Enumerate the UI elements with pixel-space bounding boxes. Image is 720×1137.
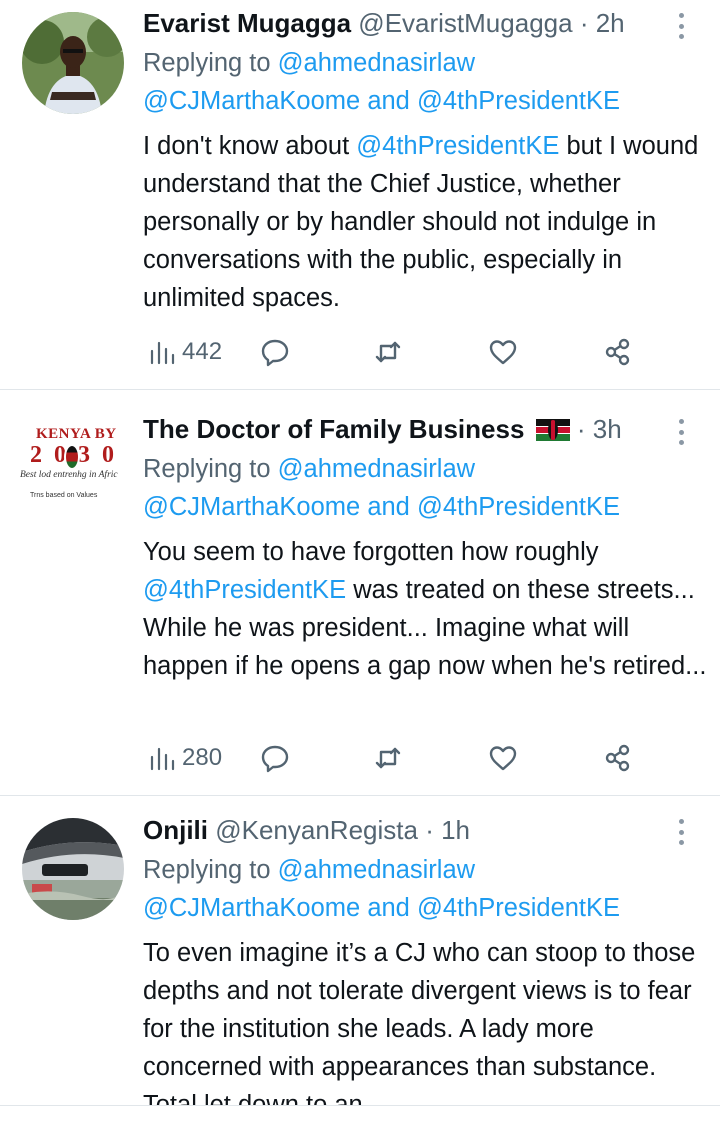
replying-to-line2: @CJMarthaKoome and @4thPresidentKE <box>143 82 620 120</box>
views-count: 442 <box>182 338 223 365</box>
timestamp[interactable]: · 2h <box>580 8 625 38</box>
retweet-button[interactable] <box>373 335 403 369</box>
views-chart-icon <box>150 747 175 771</box>
display-name[interactable]: Onjili <box>143 815 208 845</box>
avatar[interactable] <box>22 12 124 114</box>
avatar-logo-line3: Best lod entrenhg in Afric <box>20 470 118 480</box>
tweet-text: You seem to have forgotten how roughly @… <box>143 533 713 685</box>
heart-icon <box>489 746 517 771</box>
heart-icon <box>489 340 517 365</box>
reply-button[interactable] <box>260 741 290 775</box>
kenya-flag-icon <box>535 419 570 441</box>
like-button[interactable] <box>488 741 518 775</box>
replying-to: Replying to @ahmednasirlaw <box>143 851 475 889</box>
tweet[interactable]: Onjili @KenyanRegista · 1h Replying to @… <box>0 796 720 1105</box>
replying-to: Replying to @ahmednasirlaw <box>143 450 475 488</box>
like-button[interactable] <box>488 335 518 369</box>
share-button[interactable] <box>603 335 633 369</box>
tweet-text: To even imagine it’s a CJ who can stoop … <box>143 939 696 1105</box>
views-button[interactable]: 280 <box>148 741 222 775</box>
action-bar: 280 <box>148 741 648 775</box>
retweet-icon <box>375 747 401 769</box>
more-vertical-icon[interactable] <box>672 416 690 448</box>
mention-link[interactable]: @CJMarthaKoome <box>143 493 360 521</box>
replying-label: Replying to <box>143 455 271 483</box>
mention-link[interactable]: @CJMarthaKoome <box>143 894 360 922</box>
mention-link[interactable]: @4thPresidentKE <box>143 576 346 604</box>
flag-shield <box>547 420 558 440</box>
share-icon <box>605 744 630 772</box>
retweet-button[interactable] <box>373 741 403 775</box>
timestamp[interactable]: · 1h <box>425 815 470 845</box>
timeline: Evarist Mugagga @EvaristMugagga · 2h Rep… <box>0 0 720 1105</box>
tweet[interactable]: KENYA BY 2030 Best lod entrenhg in Afric… <box>0 390 720 795</box>
mention-link[interactable]: @ahmednasirlaw <box>278 856 475 884</box>
replying-to-line2: @CJMarthaKoome and @4thPresidentKE <box>143 488 620 526</box>
avatar[interactable]: KENYA BY 2030 Best lod entrenhg in Afric… <box>18 412 128 502</box>
text-segment: I don't know about <box>143 132 350 160</box>
mention-and: and <box>367 894 410 922</box>
handle[interactable]: @KenyanRegista <box>215 815 418 845</box>
tweet-header: Evarist Mugagga @EvaristMugagga · 2h <box>143 6 625 40</box>
bottom-bar <box>0 1105 720 1137</box>
reply-button[interactable] <box>260 335 290 369</box>
avatar-logo-line1: KENYA BY <box>36 426 117 442</box>
share-icon <box>605 338 630 366</box>
mention-link[interactable]: @4thPresidentKE <box>417 894 620 922</box>
mention-link[interactable]: @ahmednasirlaw <box>278 49 475 77</box>
mention-and: and <box>367 87 410 115</box>
avatar-logo-line4: Trns based on Values <box>30 492 98 499</box>
replying-to: Replying to @ahmednasirlaw <box>143 44 475 82</box>
timestamp[interactable]: · 3h <box>577 414 622 444</box>
tweet-header: Onjili @KenyanRegista · 1h <box>143 813 470 847</box>
tweet-header: The Doctor of Family Business · 3h <box>143 412 622 446</box>
avatar[interactable] <box>22 818 124 920</box>
more-vertical-icon[interactable] <box>672 816 690 848</box>
retweet-icon <box>375 341 401 363</box>
handle[interactable]: @EvaristMugagga <box>358 8 572 38</box>
text-segment: You seem to have forgotten how roughly <box>143 538 599 566</box>
mention-link[interactable]: @4thPresidentKE <box>417 493 620 521</box>
share-button[interactable] <box>603 741 633 775</box>
display-name[interactable]: Evarist Mugagga <box>143 8 351 38</box>
kenya-shield-icon <box>64 444 80 470</box>
replying-to-line2: @CJMarthaKoome and @4thPresidentKE <box>143 889 620 927</box>
replying-label: Replying to <box>143 49 271 77</box>
views-button[interactable]: 442 <box>148 335 222 369</box>
reply-bubble-icon <box>261 745 289 773</box>
mention-and: and <box>367 493 410 521</box>
mention-link[interactable]: @4thPresidentKE <box>417 87 620 115</box>
reply-bubble-icon <box>261 339 289 367</box>
mention-link[interactable]: @4thPresidentKE <box>356 132 559 160</box>
action-bar: 442 <box>148 335 648 369</box>
more-vertical-icon[interactable] <box>672 10 690 42</box>
display-name[interactable]: The Doctor of Family Business <box>143 414 524 444</box>
mention-link[interactable]: @ahmednasirlaw <box>278 455 475 483</box>
tweet[interactable]: Evarist Mugagga @EvaristMugagga · 2h Rep… <box>0 0 720 389</box>
tweet-text: I don't know about @4thPresidentKE but I… <box>143 127 713 317</box>
replying-label: Replying to <box>143 856 271 884</box>
mention-link[interactable]: @CJMarthaKoome <box>143 87 360 115</box>
views-chart-icon <box>150 341 175 365</box>
views-count: 280 <box>182 744 223 771</box>
